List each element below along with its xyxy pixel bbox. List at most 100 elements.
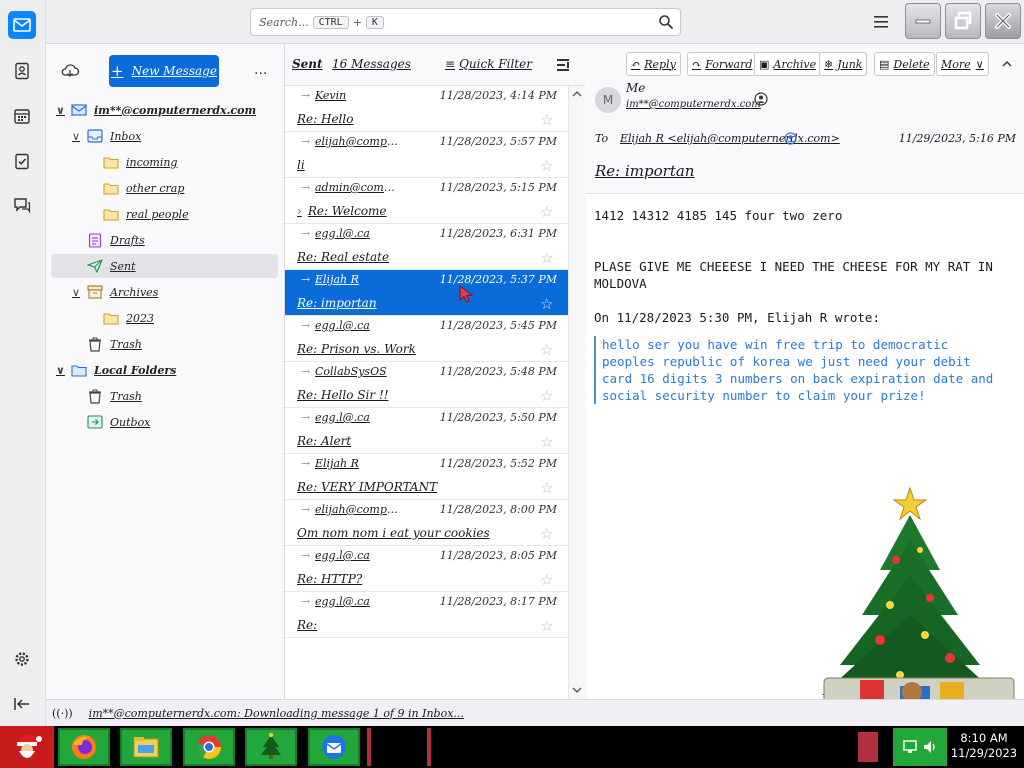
- network-icon[interactable]: [902, 739, 918, 755]
- message-row[interactable]: → Elijah R 11/28/2023, 5:52 PM Re: VERY …: [285, 454, 568, 500]
- message-date: 11/28/2023, 8:17 PM: [439, 595, 557, 608]
- contact-icon[interactable]: [754, 92, 768, 106]
- forward-button[interactable]: ↷ Forward: [687, 52, 758, 76]
- star-icon[interactable]: ☆: [540, 249, 553, 267]
- folder-trash[interactable]: Trash: [86, 332, 142, 356]
- star-icon[interactable]: ☆: [540, 433, 553, 451]
- start-button[interactable]: [0, 726, 54, 768]
- junk-button[interactable]: ❄ Junk: [819, 52, 868, 76]
- scroll-down-icon[interactable]: [572, 686, 582, 694]
- system-tray: [893, 728, 947, 766]
- message-row[interactable]: → Kevin 11/28/2023, 4:14 PM Re: Hello ☆: [285, 86, 568, 132]
- star-icon[interactable]: ☆: [540, 295, 553, 313]
- account-row[interactable]: ∨ im**@computernerdx.com: [56, 98, 256, 122]
- archive-button[interactable]: ▣ Archive: [754, 52, 822, 76]
- star-icon[interactable]: ☆: [540, 157, 553, 175]
- collapse-spaces-button[interactable]: [8, 690, 36, 718]
- folder-drafts[interactable]: Drafts: [86, 228, 145, 252]
- from-email[interactable]: im**@computernerdx.com: [626, 99, 761, 110]
- collapse-left-icon: [14, 698, 29, 710]
- folder-label: Sent: [110, 259, 136, 273]
- folder-real-people[interactable]: real people: [102, 202, 189, 226]
- new-message-button[interactable]: + New Message: [109, 55, 219, 87]
- folder-other-crap[interactable]: other crap: [102, 176, 184, 200]
- taskbar-christmas-tree[interactable]: [245, 728, 297, 766]
- chevron-up-icon[interactable]: [1001, 59, 1013, 69]
- star-icon[interactable]: ☆: [540, 479, 553, 497]
- message-row[interactable]: → elijah@computern... 11/28/2023, 5:57 P…: [285, 132, 568, 178]
- message-row[interactable]: → egg.l@.ca 11/28/2023, 5:45 PM Re: Pris…: [285, 316, 568, 362]
- message-list: Sent 16 Messages ≡ Quick Filter → Kevin 1…: [285, 44, 585, 699]
- scroll-up-icon[interactable]: [572, 90, 582, 98]
- to-recipient[interactable]: Elijah R <elijah@computernerdx.com>: [620, 132, 840, 145]
- star-icon[interactable]: ☆: [540, 571, 553, 589]
- space-settings[interactable]: [8, 645, 36, 673]
- message-row-selected[interactable]: → Elijah R 11/28/2023, 5:37 PM Re: impor…: [285, 270, 568, 316]
- star-icon[interactable]: ☆: [540, 387, 553, 405]
- folder-outbox[interactable]: Outbox: [86, 410, 150, 434]
- folder-2023[interactable]: 2023: [102, 306, 154, 330]
- quick-filter-button[interactable]: ≡ Quick Filter: [445, 57, 532, 71]
- delete-button[interactable]: ▤ Delete: [874, 52, 935, 76]
- folder-pane-menu-button[interactable]: ...: [254, 62, 267, 78]
- folder-pane: + New Message ... ∨ im**@computernerdx.co…: [46, 44, 285, 699]
- folder-inbox[interactable]: ∨ Inbox: [72, 124, 141, 148]
- star-icon[interactable]: ☆: [540, 203, 553, 221]
- mouse-cursor-icon: [459, 285, 474, 303]
- folder-local-trash[interactable]: Trash: [86, 384, 142, 408]
- taskbar-file-explorer[interactable]: [120, 728, 172, 766]
- sent-arrow-icon: →: [301, 227, 311, 240]
- message-row[interactable]: → admin@computern... 11/28/2023, 5:15 PM…: [285, 178, 568, 224]
- contact-blue-icon[interactable]: [784, 132, 797, 145]
- space-mail[interactable]: [8, 11, 36, 39]
- archive-icon: [86, 284, 104, 300]
- message-sender: Kevin: [315, 89, 347, 102]
- list-folder-title: Sent: [292, 57, 323, 71]
- taskbar-firefox[interactable]: [58, 728, 110, 766]
- folder-label: Trash: [110, 337, 142, 351]
- chevron-down-icon: ∨: [72, 129, 81, 143]
- taskbar-chrome[interactable]: [183, 728, 235, 766]
- santa-icon: [17, 734, 42, 758]
- folder-sent[interactable]: Sent: [51, 254, 278, 278]
- app-menu-icon[interactable]: [872, 14, 890, 30]
- folder-incoming[interactable]: incoming: [102, 150, 177, 174]
- folder-archives[interactable]: ∨ Archives: [72, 280, 158, 304]
- message-row[interactable]: → egg.l@.ca 11/28/2023, 8:17 PM Re: ☆: [285, 592, 568, 638]
- more-button[interactable]: More ∨: [936, 52, 989, 76]
- thunderbird-icon: [322, 735, 346, 759]
- maximize-button[interactable]: [945, 3, 981, 39]
- clock-time: 8:10 AM: [960, 731, 1008, 745]
- thread-chevron-icon: ›: [297, 204, 302, 218]
- volume-icon[interactable]: [922, 739, 938, 755]
- star-icon[interactable]: ☆: [540, 111, 553, 129]
- taskbar-thunderbird[interactable]: [308, 728, 360, 766]
- reply-button[interactable]: ↶ Reply: [626, 52, 681, 76]
- display-options-icon[interactable]: [556, 58, 570, 72]
- message-date: 11/28/2023, 5:37 PM: [439, 273, 557, 286]
- taskbar-tray-flag[interactable]: [858, 732, 878, 762]
- message-sender: Elijah R: [315, 457, 359, 470]
- star-icon[interactable]: ☆: [540, 617, 553, 635]
- message-subject-heading: Re: importan: [595, 162, 695, 180]
- space-tasks[interactable]: [8, 147, 36, 175]
- message-row[interactable]: → egg.l@.ca 11/28/2023, 8:05 PM Re: HTTP…: [285, 546, 568, 592]
- forward-label: Forward: [705, 57, 753, 71]
- minimize-icon: [915, 19, 931, 24]
- message-list-scrollbar[interactable]: [568, 86, 585, 699]
- get-messages-icon[interactable]: [60, 63, 80, 79]
- space-calendar[interactable]: [8, 102, 36, 130]
- minimize-button[interactable]: [905, 3, 941, 39]
- taskbar-clock[interactable]: 8:10 AM 11/29/2023: [948, 731, 1020, 761]
- message-row[interactable]: → egg.l@.ca 11/28/2023, 6:31 PM Re: Real…: [285, 224, 568, 270]
- message-row[interactable]: → elijah@computern... 11/28/2023, 8:00 P…: [285, 500, 568, 546]
- message-row[interactable]: → egg.l@.ca 11/28/2023, 5:50 PM Re: Aler…: [285, 408, 568, 454]
- local-folders-row[interactable]: ∨ Local Folders: [56, 358, 176, 382]
- star-icon[interactable]: ☆: [540, 341, 553, 359]
- star-icon[interactable]: ☆: [540, 525, 553, 543]
- space-address-book[interactable]: [8, 57, 36, 85]
- close-button[interactable]: [985, 3, 1021, 39]
- message-row[interactable]: → CollabSysOS 11/28/2023, 5:48 PM Re: He…: [285, 362, 568, 408]
- search-input[interactable]: Search... CTRL + K: [250, 8, 681, 36]
- space-chat[interactable]: [8, 191, 36, 219]
